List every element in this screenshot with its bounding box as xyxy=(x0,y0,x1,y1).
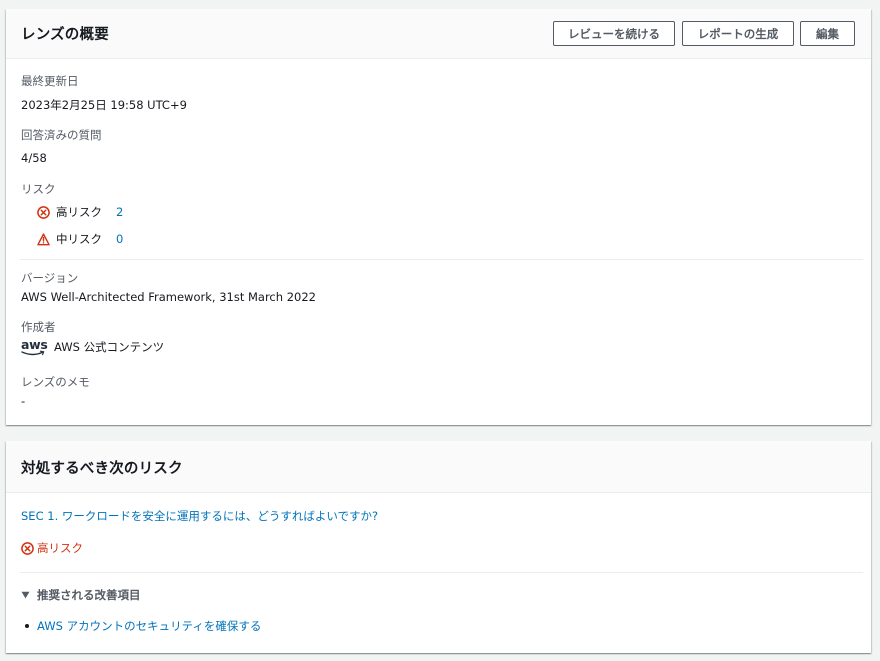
next-risks-header: 対処するべき次のリスク xyxy=(6,441,871,493)
version-label: バージョン xyxy=(21,271,79,285)
lens-notes-label: レンズのメモ xyxy=(21,375,90,389)
generate-report-button[interactable]: レポートの生成 xyxy=(682,21,794,46)
continue-review-button[interactable]: レビューを続ける xyxy=(553,21,675,46)
author-value: AWS 公式コンテンツ xyxy=(54,340,165,354)
high-risk-count-link[interactable]: 2 xyxy=(116,205,123,219)
answered-questions-label: 回答済みの質問 xyxy=(21,128,102,142)
risk-badge: 高リスク xyxy=(21,540,83,556)
next-risks-title: 対処するべき次のリスク xyxy=(21,461,183,477)
improvement-link[interactable]: AWS アカウントのセキュリティを確保する xyxy=(37,618,261,634)
lens-overview-panel: レンズの概要 レビューを続ける レポートの生成 編集 最終更新日 2023年2月… xyxy=(6,9,871,425)
edit-button[interactable]: 編集 xyxy=(800,21,855,46)
high-risk-label: 高リスク xyxy=(56,205,102,219)
lens-notes-value: - xyxy=(21,394,26,408)
author-label: 作成者 xyxy=(21,320,56,334)
section-divider xyxy=(20,259,863,260)
high-risk-icon xyxy=(21,541,34,555)
question-link[interactable]: SEC 1. ワークロードを安全に運用するには、どうすればよいですか? xyxy=(21,508,378,524)
lens-overview-title: レンズの概要 xyxy=(21,27,109,43)
author-row: aws AWS 公式コンテンツ xyxy=(21,337,164,357)
section-divider xyxy=(20,572,863,573)
last-updated-value: 2023年2月25日 19:58 UTC+9 xyxy=(21,98,187,112)
medium-risk-label: 中リスク xyxy=(56,232,102,246)
list-item: AWS アカウントのセキュリティを確保する xyxy=(25,618,261,634)
medium-risk-count-link[interactable]: 0 xyxy=(116,232,123,246)
bullet-icon xyxy=(25,624,29,628)
medium-risk-row: 中リスク 0 xyxy=(37,231,123,247)
high-risk-icon xyxy=(37,205,50,219)
risk-label: リスク xyxy=(21,182,56,196)
improvements-label: 推奨される改善項目 xyxy=(37,588,141,602)
aws-logo-icon: aws xyxy=(21,337,48,357)
improvements-expander[interactable]: 推奨される改善項目 xyxy=(21,587,141,603)
last-updated-label: 最終更新日 xyxy=(21,74,79,88)
risk-badge-label: 高リスク xyxy=(37,541,83,555)
warning-icon xyxy=(37,232,50,245)
caret-down-icon xyxy=(21,591,30,599)
lens-overview-header: レンズの概要 レビューを続ける レポートの生成 編集 xyxy=(6,9,871,59)
high-risk-row: 高リスク 2 xyxy=(37,204,123,220)
answered-questions-value: 4/58 xyxy=(21,151,47,165)
next-risks-panel: 対処するべき次のリスク SEC 1. ワークロードを安全に運用するには、どうすれ… xyxy=(6,441,871,653)
version-value: AWS Well-Architected Framework, 31st Mar… xyxy=(21,290,316,304)
